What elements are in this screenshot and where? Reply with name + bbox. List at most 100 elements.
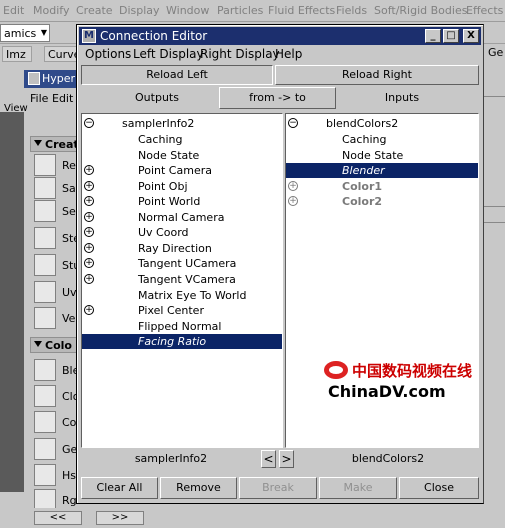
list-item[interactable]: Caching	[82, 132, 282, 147]
tool-uv[interactable]: Uv	[32, 280, 80, 306]
shelf-tab-imz[interactable]: Imz	[2, 46, 32, 62]
menu-left-display[interactable]: Left Display	[133, 47, 204, 61]
expand-icon[interactable]: +	[288, 196, 298, 206]
menu-soft-rigid-bodies[interactable]: Soft/Rigid Bodies	[374, 4, 467, 17]
create-section-header[interactable]: Creat	[30, 136, 80, 152]
scroll-left-button[interactable]: <	[261, 450, 276, 468]
expand-icon[interactable]: +	[84, 243, 94, 253]
menu-effects[interactable]: Effects	[466, 4, 503, 17]
list-item[interactable]: + Color1	[286, 179, 478, 194]
tool-co[interactable]: Co	[32, 410, 80, 436]
list-item[interactable]: + Point Camera	[82, 163, 282, 178]
expand-icon[interactable]: +	[84, 165, 94, 175]
list-item[interactable]: + Tangent UCamera	[82, 256, 282, 271]
list-item[interactable]: + Pixel Center	[82, 303, 282, 318]
menu-particles[interactable]: Particles	[217, 4, 263, 17]
expand-icon[interactable]: +	[84, 181, 94, 191]
menu-options[interactable]: Options	[85, 47, 131, 61]
scroll-forward-button[interactable]: >>	[96, 511, 144, 525]
shelf-tab-curves[interactable]: Curves	[44, 46, 78, 62]
scroll-back-button[interactable]: <<	[34, 511, 82, 525]
tool-se[interactable]: Se	[32, 199, 80, 225]
list-item[interactable]: + Normal Camera	[82, 210, 282, 225]
vector-icon	[34, 307, 56, 329]
list-item[interactable]: + Color2	[286, 194, 478, 209]
right-shelf-tab[interactable]: Ge	[488, 46, 503, 59]
list-item-node[interactable]: − samplerInfo2	[82, 116, 282, 131]
expand-icon[interactable]: +	[84, 305, 94, 315]
menu-right-display[interactable]: Right Display	[200, 47, 280, 61]
outputs-list[interactable]: − samplerInfo2 Caching Node State + Point…	[81, 113, 283, 448]
expand-icon[interactable]: +	[288, 181, 298, 191]
list-item[interactable]: + Ray Direction	[82, 241, 282, 256]
list-item-node[interactable]: − blendColors2	[286, 116, 478, 131]
watermark: 中国数码视频在线 ChinaDV.com	[322, 358, 472, 404]
stencil-icon	[34, 227, 56, 249]
from-to-button[interactable]: from -> to	[219, 87, 336, 109]
minimize-button[interactable]: _	[425, 29, 441, 43]
break-button[interactable]: Break	[239, 477, 317, 499]
right-divider	[484, 96, 505, 97]
menu-help[interactable]: Help	[275, 47, 302, 61]
expand-icon[interactable]: +	[84, 227, 94, 237]
menu-fluid-effects[interactable]: Fluid Effects	[268, 4, 335, 17]
reload-right-button[interactable]: Reload Right	[275, 65, 479, 85]
list-item-selected[interactable]: Facing Ratio	[82, 334, 282, 349]
remove-button[interactable]: Remove	[160, 477, 237, 499]
close-button[interactable]: Close	[399, 477, 479, 499]
list-item[interactable]: Node State	[82, 148, 282, 163]
tool-ble[interactable]: Ble	[32, 358, 80, 384]
hypershade-window-icon	[28, 72, 40, 85]
list-item[interactable]: Matrix Eye To World	[82, 288, 282, 303]
editor-menubar: Options Left Display Right Display Help	[79, 45, 481, 63]
tool-clo[interactable]: Clo	[32, 384, 80, 410]
menu-display[interactable]: Display	[119, 4, 160, 17]
collapse-icon[interactable]: −	[84, 118, 94, 128]
menu-modify[interactable]: Modify	[33, 4, 69, 17]
tool-ve[interactable]: Ve	[32, 306, 80, 332]
title-bar[interactable]: M Connection Editor _ □ X	[79, 27, 481, 45]
list-item[interactable]: Flipped Normal	[82, 319, 282, 334]
menu-window[interactable]: Window	[166, 4, 209, 17]
list-item[interactable]: Node State	[286, 148, 478, 163]
shader-icon	[34, 154, 56, 176]
menu-edit[interactable]: Edit	[3, 4, 24, 17]
right-background	[484, 44, 505, 524]
right-divider	[484, 222, 505, 223]
tool-ge[interactable]: Ge	[32, 437, 80, 463]
tool-hs[interactable]: Hs	[32, 463, 80, 489]
list-item[interactable]: + Tangent VCamera	[82, 272, 282, 287]
maximize-button[interactable]: □	[443, 29, 459, 43]
window-title: Connection Editor	[100, 29, 208, 43]
list-item[interactable]: + Uv Coord	[82, 225, 282, 240]
uv-chooser-icon	[34, 281, 56, 303]
make-button[interactable]: Make	[319, 477, 397, 499]
scroll-right-button[interactable]: >	[279, 450, 294, 468]
collapse-icon[interactable]: −	[288, 118, 298, 128]
maya-window-icon: M	[82, 29, 96, 43]
contrast-icon	[34, 411, 56, 433]
list-item[interactable]: Caching	[286, 132, 478, 147]
hypershade-menu-edit[interactable]: Edit	[52, 92, 73, 105]
inputs-label: Inputs	[384, 91, 420, 104]
reload-left-button[interactable]: Reload Left	[81, 65, 273, 85]
expand-icon[interactable]: +	[84, 196, 94, 206]
hypershade-menu-file[interactable]: File	[30, 92, 48, 105]
tool-ste[interactable]: Ste	[32, 226, 80, 252]
chevron-down-icon[interactable]: ▼	[39, 25, 49, 41]
menu-create[interactable]: Create	[76, 4, 113, 17]
viewport[interactable]	[0, 112, 24, 492]
expand-icon[interactable]: +	[84, 212, 94, 222]
menu-fields[interactable]: Fields	[336, 4, 367, 17]
close-window-button[interactable]: X	[463, 29, 479, 43]
list-item-selected[interactable]: Blender	[286, 163, 478, 178]
outputs-label: Outputs	[135, 91, 179, 104]
color-section-header[interactable]: Colo	[30, 337, 80, 353]
expand-icon[interactable]: +	[84, 258, 94, 268]
tool-stu[interactable]: Stu	[32, 253, 80, 279]
list-item[interactable]: + Point Obj	[82, 179, 282, 194]
list-item[interactable]: + Point World	[82, 194, 282, 209]
expand-icon[interactable]: +	[84, 274, 94, 284]
chinadv-logo-icon	[324, 361, 348, 379]
clear-all-button[interactable]: Clear All	[81, 477, 158, 499]
